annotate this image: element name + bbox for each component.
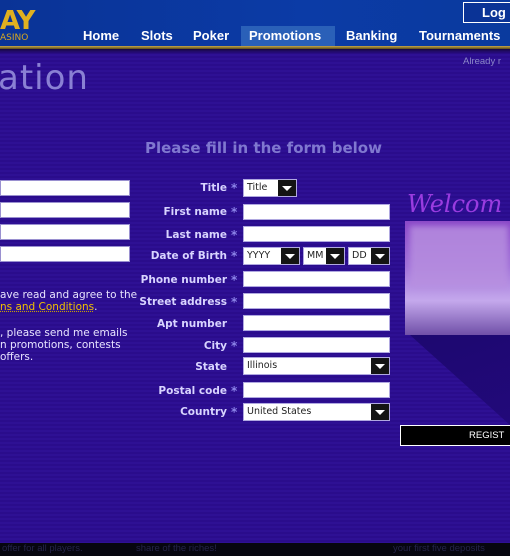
nav-slots[interactable]: Slots [133,26,181,46]
required-star: * [231,339,238,353]
chevron-down-icon [371,358,389,374]
state-select[interactable]: Illinois [243,357,390,375]
apt-input[interactable] [243,315,390,331]
nav-tournaments[interactable]: Tournaments [411,26,500,46]
chevron-down-icon [371,248,389,264]
title-label: Title [200,182,227,194]
country-select[interactable]: United States [243,403,390,421]
nav-promotions[interactable]: Promotions [241,26,335,46]
phone-label: Phone number [140,274,227,286]
dob-year-select[interactable]: YYYY [243,247,300,265]
login-button[interactable]: Log [463,2,510,23]
required-star: * [231,205,238,219]
country-value: United States [247,406,312,417]
required-star: * [231,228,238,242]
postal-input[interactable] [243,382,390,398]
nav-home[interactable]: Home [75,26,127,46]
required-star: * [231,405,238,419]
promo-shadow [410,335,510,425]
phone-input[interactable] [243,271,390,287]
ticker-text-1: offer for all players. [2,543,83,554]
welcome-script: Welcom [407,190,503,218]
country-label: Country [180,406,227,418]
street-input[interactable] [243,293,390,309]
dob-month-select[interactable]: MM [303,247,345,265]
postal-label: Postal code [158,385,227,397]
last-name-label: Last name [165,229,227,241]
logo[interactable]: AY [0,8,35,34]
nav-banking[interactable]: Banking [338,26,405,46]
dob-month-value: MM [307,250,324,261]
blurred-promo-text [410,226,508,288]
chevron-down-icon [278,180,296,196]
nav-poker[interactable]: Poker [185,26,237,46]
dob-day-value: DD [352,250,367,261]
required-star: * [231,273,238,287]
already-registered-link[interactable]: Already r [463,56,501,67]
first-name-input[interactable] [243,204,390,220]
dob-year-value: YYYY [247,250,271,261]
dob-day-select[interactable]: DD [348,247,390,265]
city-input[interactable] [243,337,390,353]
dob-label: Date of Birth [150,250,227,262]
title-value: Title [247,182,268,193]
register-button[interactable]: REGIST [400,425,510,446]
chevron-down-icon [281,248,299,264]
required-star: * [231,384,238,398]
title-select[interactable]: Title [243,179,297,197]
city-label: City [203,340,227,352]
page-title: ation [0,58,89,98]
chevron-down-icon [326,248,344,264]
required-star: * [231,249,238,263]
required-star: * [231,295,238,309]
chevron-down-icon [371,404,389,420]
street-label: Street address [139,296,227,308]
ticker-text-2: share of the riches! [136,543,217,554]
apt-label: Apt number [156,318,227,330]
last-name-input[interactable] [243,226,390,242]
logo-subtitle: ASINO [0,33,29,43]
state-label: State [195,361,227,373]
required-star: * [231,181,238,195]
state-value: Illinois [247,360,278,371]
form-heading: Please fill in the form below [145,139,382,157]
first-name-label: First name [163,206,228,218]
header-shadow [0,49,510,54]
ticker-text-3: your first five deposits [393,543,485,554]
